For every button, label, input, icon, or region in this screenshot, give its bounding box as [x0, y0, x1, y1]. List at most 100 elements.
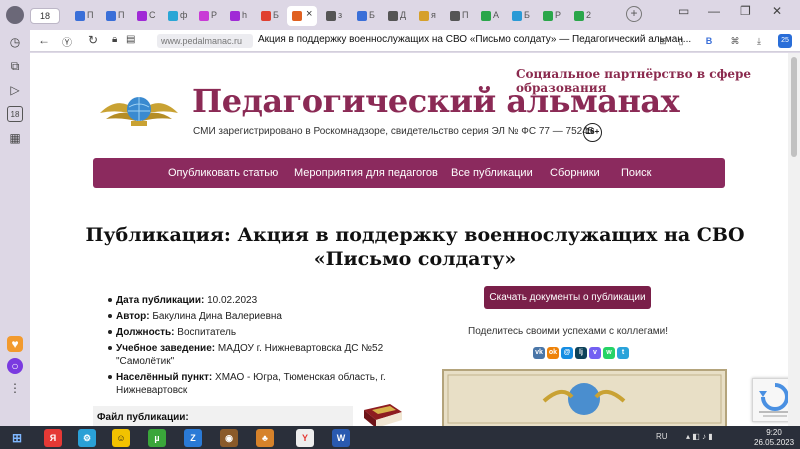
share-livejournal-button[interactable]: lj	[575, 347, 587, 359]
page-scrollbar[interactable]	[788, 53, 800, 426]
url-page-title[interactable]: Акция в поддержку военнослужащих на СВО …	[258, 34, 691, 45]
tab-favicon-icon	[574, 11, 584, 21]
browser-tab[interactable]: С	[132, 6, 159, 26]
tab-favicon-icon	[261, 11, 271, 21]
browser-tab[interactable]: Д	[383, 6, 410, 26]
lock-icon[interactable]: 🔒︎	[112, 34, 117, 45]
close-window-button[interactable]: ✕	[772, 4, 782, 18]
share-mailru-button[interactable]: @	[561, 347, 573, 359]
share-ok-button[interactable]: ok	[547, 347, 559, 359]
menu-collections[interactable]: Сборники	[550, 167, 600, 179]
share-telegram-button[interactable]: t	[617, 347, 629, 359]
share-viber-button[interactable]: v	[589, 347, 601, 359]
zoom-icon[interactable]: Z	[184, 429, 202, 447]
menu-all-publications[interactable]: Все публикации	[451, 167, 533, 179]
browser-tab[interactable]: ф	[163, 6, 190, 26]
tab-label: ф	[180, 10, 188, 20]
tab-count-button[interactable]: 18	[30, 8, 60, 24]
translate-icon[interactable]: ⊞	[656, 34, 670, 48]
tab-label: П	[87, 10, 94, 20]
certificate-preview[interactable]	[442, 369, 727, 426]
menu-events[interactable]: Мероприятия для педагогов	[294, 167, 438, 179]
tab-label: С	[149, 10, 156, 20]
browser-tab[interactable]: П	[70, 6, 97, 26]
extensions-icon[interactable]: ⌘	[728, 34, 742, 48]
browser-tab[interactable]: А	[476, 6, 503, 26]
grid-icon[interactable]: ▦	[7, 130, 23, 146]
side-panel: ◷ ⧉ ▷ 18 ▦ ♥ ○ ⋮	[0, 30, 30, 426]
share-vk-button[interactable]: vk	[533, 347, 545, 359]
browser-tab[interactable]: h	[225, 6, 252, 26]
notifications-badge[interactable]: 25	[778, 34, 792, 48]
download-icon[interactable]: ⤓	[752, 34, 766, 48]
download-documents-button[interactable]: Скачать документы о публикации	[484, 286, 651, 309]
sites-info-icon[interactable]: ▤	[126, 34, 135, 45]
tab-favicon-icon	[230, 11, 240, 21]
profile-avatar[interactable]	[6, 6, 24, 24]
address-bar: ← Ⓨ ↻ 🔒︎ ▤ www.pedalmanac.ru Акция в под…	[30, 30, 800, 52]
app-icon-2[interactable]: ⚙	[78, 429, 96, 447]
yandex-icon[interactable]: Ⓨ	[62, 34, 72, 49]
notes-icon[interactable]: 18	[7, 106, 23, 122]
document-book-icon	[364, 404, 402, 426]
info-place: Населённый пункт: ХМАО - Югра, Тюменская…	[108, 371, 396, 397]
tab-label: П	[462, 10, 469, 20]
url-domain[interactable]: www.pedalmanac.ru	[157, 34, 253, 48]
publication-title: Публикация: Акция в поддержку военнослуж…	[85, 224, 745, 270]
info-position: Должность: Воспитатель	[108, 326, 396, 339]
reload-icon[interactable]: ↻	[88, 33, 98, 47]
browser-tab[interactable]: П	[101, 6, 128, 26]
utorrent-icon[interactable]: µ	[148, 429, 166, 447]
clock[interactable]: 9:20 26.05.2023	[754, 428, 794, 448]
browser-tab[interactable]: Б	[352, 6, 379, 26]
menu-search[interactable]: Поиск	[621, 167, 651, 179]
browser-tab[interactable]: я	[414, 6, 441, 26]
browser-tab[interactable]: з	[321, 6, 348, 26]
play-icon[interactable]: ▷	[7, 82, 23, 98]
more-icon[interactable]: ⋮	[7, 380, 23, 396]
tab-label: Д	[400, 10, 407, 20]
bookmark-window-icon[interactable]: ▭	[678, 4, 689, 18]
site-logo[interactable]	[96, 91, 182, 131]
info-author: Автор: Бакулина Дина Валериевна	[108, 310, 396, 323]
app-icon-3[interactable]: ☺	[112, 429, 130, 447]
browser-tab[interactable]: П	[445, 6, 472, 26]
yandex-browser-icon[interactable]: Y	[296, 429, 314, 447]
collections-icon[interactable]: ⧉	[7, 58, 23, 74]
back-icon[interactable]: ←	[38, 33, 50, 47]
minimize-button[interactable]: —	[708, 4, 720, 18]
word-icon[interactable]: W	[332, 429, 350, 447]
browser-tab[interactable]: Р	[194, 6, 221, 26]
browser-tab[interactable]: Б	[507, 6, 534, 26]
alice-icon[interactable]: ○	[7, 358, 23, 374]
site-title[interactable]: Педагогический альманах	[192, 82, 680, 120]
browser-tab[interactable]: Б	[256, 6, 283, 26]
app-icon-7[interactable]: ♣	[256, 429, 274, 447]
scrollbar-thumb[interactable]	[791, 57, 797, 157]
new-tab-button[interactable]: +	[626, 6, 642, 22]
app-icon-6[interactable]: ◉	[220, 429, 238, 447]
bookmark-icon[interactable]: ▯	[674, 34, 688, 48]
menu-publish-article[interactable]: Опубликовать статью	[168, 167, 278, 179]
browser-tab[interactable]: 2	[569, 6, 596, 26]
browser-tab[interactable]: Р	[538, 6, 565, 26]
close-tab-icon[interactable]: ×	[306, 8, 312, 20]
main-menu: Опубликовать статью Мероприятия для педа…	[93, 158, 725, 188]
start-button[interactable]: ⊞	[8, 429, 26, 447]
maximize-button[interactable]: ❐	[740, 4, 751, 18]
share-whatsapp-button[interactable]: w	[603, 347, 615, 359]
tab-favicon-icon	[481, 11, 491, 21]
tab-favicon-icon	[419, 11, 429, 21]
tab-label: Б	[273, 10, 279, 20]
tray-icons[interactable]: ▴ ◧ ♪ ▮	[686, 432, 713, 441]
tab-label: 2	[586, 10, 592, 20]
language-indicator[interactable]: RU	[656, 432, 668, 441]
history-icon[interactable]: ◷	[7, 34, 23, 50]
share-text: Поделитесь своими успехами с коллегами!	[468, 326, 669, 337]
heart-app-icon[interactable]: ♥	[7, 336, 23, 352]
browser-tab[interactable]: ×	[287, 6, 317, 26]
yandex-app-icon[interactable]: Я	[44, 429, 62, 447]
tab-favicon-icon	[512, 11, 522, 21]
bookmarks-manager-icon[interactable]: B	[702, 34, 716, 48]
tab-strip: 18 П П Сф Рh Б × з Б Дя П А Б Р 2 + ▭ — ❐ ✕	[0, 0, 800, 30]
